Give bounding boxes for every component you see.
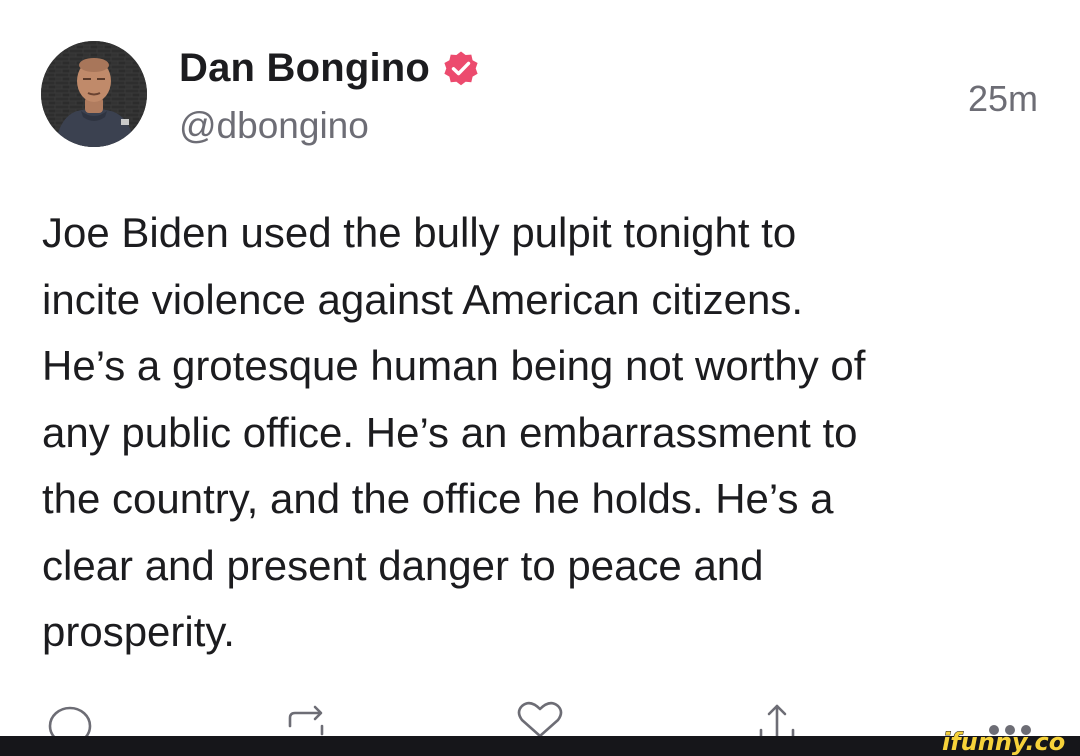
watermark-text: ifunny.co [942, 728, 1065, 756]
tweet-text-line: Joe Biden used the bully pulpit tonight … [42, 209, 797, 256]
tweet-text-line: prosperity. [42, 608, 235, 655]
tweet-text: Joe Biden used the bully pulpit tonight … [42, 200, 1042, 666]
avatar[interactable] [41, 41, 147, 147]
image-footer-bar [0, 736, 1080, 756]
action-bar [0, 700, 1080, 736]
display-name-row[interactable]: Dan Bongino [179, 46, 480, 91]
timestamp: 25m [967, 78, 1038, 119]
tweet-text-line: clear and present danger to peace and [42, 541, 764, 589]
repost-icon[interactable] [282, 700, 330, 736]
tweet-text-line: the country, and the office he holds. He… [42, 475, 834, 522]
share-icon[interactable] [757, 700, 797, 736]
tweet-screenshot: Dan Bongino @dbongino 25m Joe Biden used… [0, 0, 1080, 756]
verified-badge-icon [442, 50, 480, 88]
reply-icon[interactable] [46, 700, 94, 736]
heart-icon[interactable] [514, 700, 566, 736]
ifunny-watermark: ifunny.co [940, 722, 1074, 756]
tweet-text-line: He’s a grotesque human being not worthy … [42, 342, 866, 389]
avatar-photo [41, 41, 147, 147]
tweet-text-line: incite violence against American citizen… [42, 275, 804, 323]
tweet-text-line: any public office. He’s an embarrassment… [42, 408, 858, 456]
user-handle[interactable]: @dbongino [179, 105, 369, 147]
display-name[interactable]: Dan Bongino [179, 46, 430, 91]
